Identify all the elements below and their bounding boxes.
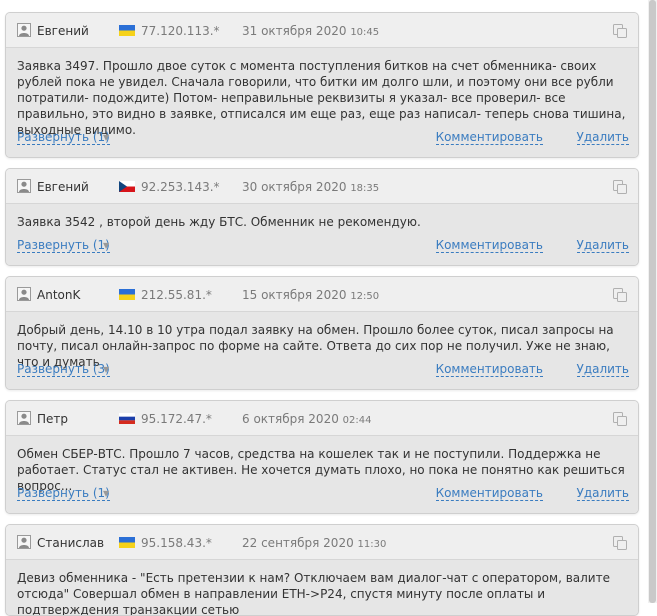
expand-link[interactable]: Развернуть (3): [17, 362, 110, 377]
copy-icon[interactable]: [612, 23, 628, 39]
date-text: 15 октября 2020: [242, 288, 347, 302]
flag-russia-icon: [119, 413, 135, 424]
review-card: AntonK 212.55.81.* 15 октября 2020 12:50…: [5, 276, 639, 390]
time-text: 11:30: [357, 539, 387, 550]
flag-ukraine-icon: [119, 537, 135, 548]
author-ip: 95.172.47.*: [141, 412, 212, 426]
time-text: 12:50: [350, 291, 380, 302]
review-body: Заявка 3497. Прошло двое суток с момента…: [6, 48, 638, 157]
flag-ukraine-icon: [119, 289, 135, 300]
time-text: 18:35: [350, 183, 380, 194]
review-date: 6 октября 2020 02:44: [242, 412, 372, 426]
caret-down-icon: ▼: [103, 489, 110, 498]
scrollbar-thumb[interactable]: [649, 0, 656, 603]
user-icon: [17, 179, 31, 193]
copy-icon[interactable]: [612, 411, 628, 427]
review-actions: Развернуть (1) ▼ Комментировать Удалить: [17, 486, 629, 502]
comment-link[interactable]: Комментировать: [435, 362, 543, 377]
review-body: Обмен СБЕР-ВТС. Прошло 7 часов, средства…: [6, 436, 638, 513]
time-text: 02:44: [342, 415, 372, 426]
delete-link[interactable]: Удалить: [576, 362, 629, 377]
review-date: 22 сентября 2020 11:30: [242, 536, 386, 550]
flag-czech-icon: [119, 181, 135, 192]
expand-link[interactable]: Развернуть (1): [17, 486, 110, 501]
user-icon: [17, 287, 31, 301]
flag-ukraine-icon: [119, 25, 135, 36]
review-text: Заявка 3542 , второй день жду БТС. Обмен…: [17, 215, 421, 229]
user-icon: [17, 411, 31, 425]
review-header: Евгений 77.120.113.* 31 октября 2020 10:…: [6, 13, 638, 48]
review-date: 15 октября 2020 12:50: [242, 288, 379, 302]
review-header: Евгений 92.253.143.* 30 октября 2020 18:…: [6, 169, 638, 204]
author-name: Евгений: [37, 24, 89, 38]
review-actions: Развернуть (3) ▼ Комментировать Удалить: [17, 362, 629, 378]
expand-link[interactable]: Развернуть (1): [17, 238, 110, 253]
user-icon: [17, 535, 31, 549]
user-icon: [17, 23, 31, 37]
author-ip: 77.120.113.*: [141, 24, 220, 38]
copy-icon[interactable]: [612, 179, 628, 195]
author-name: Петр: [37, 412, 69, 426]
review-actions: Развернуть (1) ▼ Комментировать Удалить: [17, 130, 629, 146]
author-ip: 95.158.43.*: [141, 536, 212, 550]
date-text: 31 октября 2020: [242, 24, 347, 38]
author-name: Станислав: [37, 536, 105, 550]
review-text: Заявка 3497. Прошло двое суток с момента…: [17, 59, 626, 137]
author-name: Евгений: [37, 180, 89, 194]
comment-link[interactable]: Комментировать: [435, 486, 543, 501]
copy-icon[interactable]: [612, 287, 628, 303]
delete-link[interactable]: Удалить: [576, 486, 629, 501]
review-body: Девиз обменника - "Есть претензии к нам?…: [6, 560, 638, 616]
review-date: 31 октября 2020 10:45: [242, 24, 379, 38]
copy-icon[interactable]: [612, 535, 628, 551]
review-header: Станислав 95.158.43.* 22 сентября 2020 1…: [6, 525, 638, 560]
caret-down-icon: ▼: [103, 133, 110, 142]
review-body: Заявка 3542 , второй день жду БТС. Обмен…: [6, 204, 638, 265]
review-actions: Развернуть (1) ▼ Комментировать Удалить: [17, 238, 629, 254]
review-card: Станислав 95.158.43.* 22 сентября 2020 1…: [5, 524, 639, 616]
expand-link[interactable]: Развернуть (1): [17, 130, 110, 145]
review-card: Евгений 92.253.143.* 30 октября 2020 18:…: [5, 168, 639, 266]
delete-link[interactable]: Удалить: [576, 130, 629, 145]
review-card: Евгений 77.120.113.* 31 октября 2020 10:…: [5, 12, 639, 158]
review-date: 30 октября 2020 18:35: [242, 180, 379, 194]
time-text: 10:45: [350, 27, 380, 38]
author-ip: 212.55.81.*: [141, 288, 212, 302]
date-text: 6 октября 2020: [242, 412, 339, 426]
delete-link[interactable]: Удалить: [576, 238, 629, 253]
caret-down-icon: ▼: [103, 241, 110, 250]
scrollbar[interactable]: [648, 0, 657, 603]
date-text: 22 сентября 2020: [242, 536, 354, 550]
review-text: Девиз обменника - "Есть претензии к нам?…: [17, 571, 610, 616]
date-text: 30 октября 2020: [242, 180, 347, 194]
review-body: Добрый день, 14.10 в 10 утра подал заявк…: [6, 312, 638, 389]
author-name: AntonK: [37, 288, 81, 302]
caret-down-icon: ▼: [103, 365, 110, 374]
author-ip: 92.253.143.*: [141, 180, 220, 194]
review-card: Петр 95.172.47.* 6 октября 2020 02:44 Об…: [5, 400, 639, 514]
review-header: AntonK 212.55.81.* 15 октября 2020 12:50: [6, 277, 638, 312]
review-header: Петр 95.172.47.* 6 октября 2020 02:44: [6, 401, 638, 436]
comment-link[interactable]: Комментировать: [435, 238, 543, 253]
comment-link[interactable]: Комментировать: [435, 130, 543, 145]
